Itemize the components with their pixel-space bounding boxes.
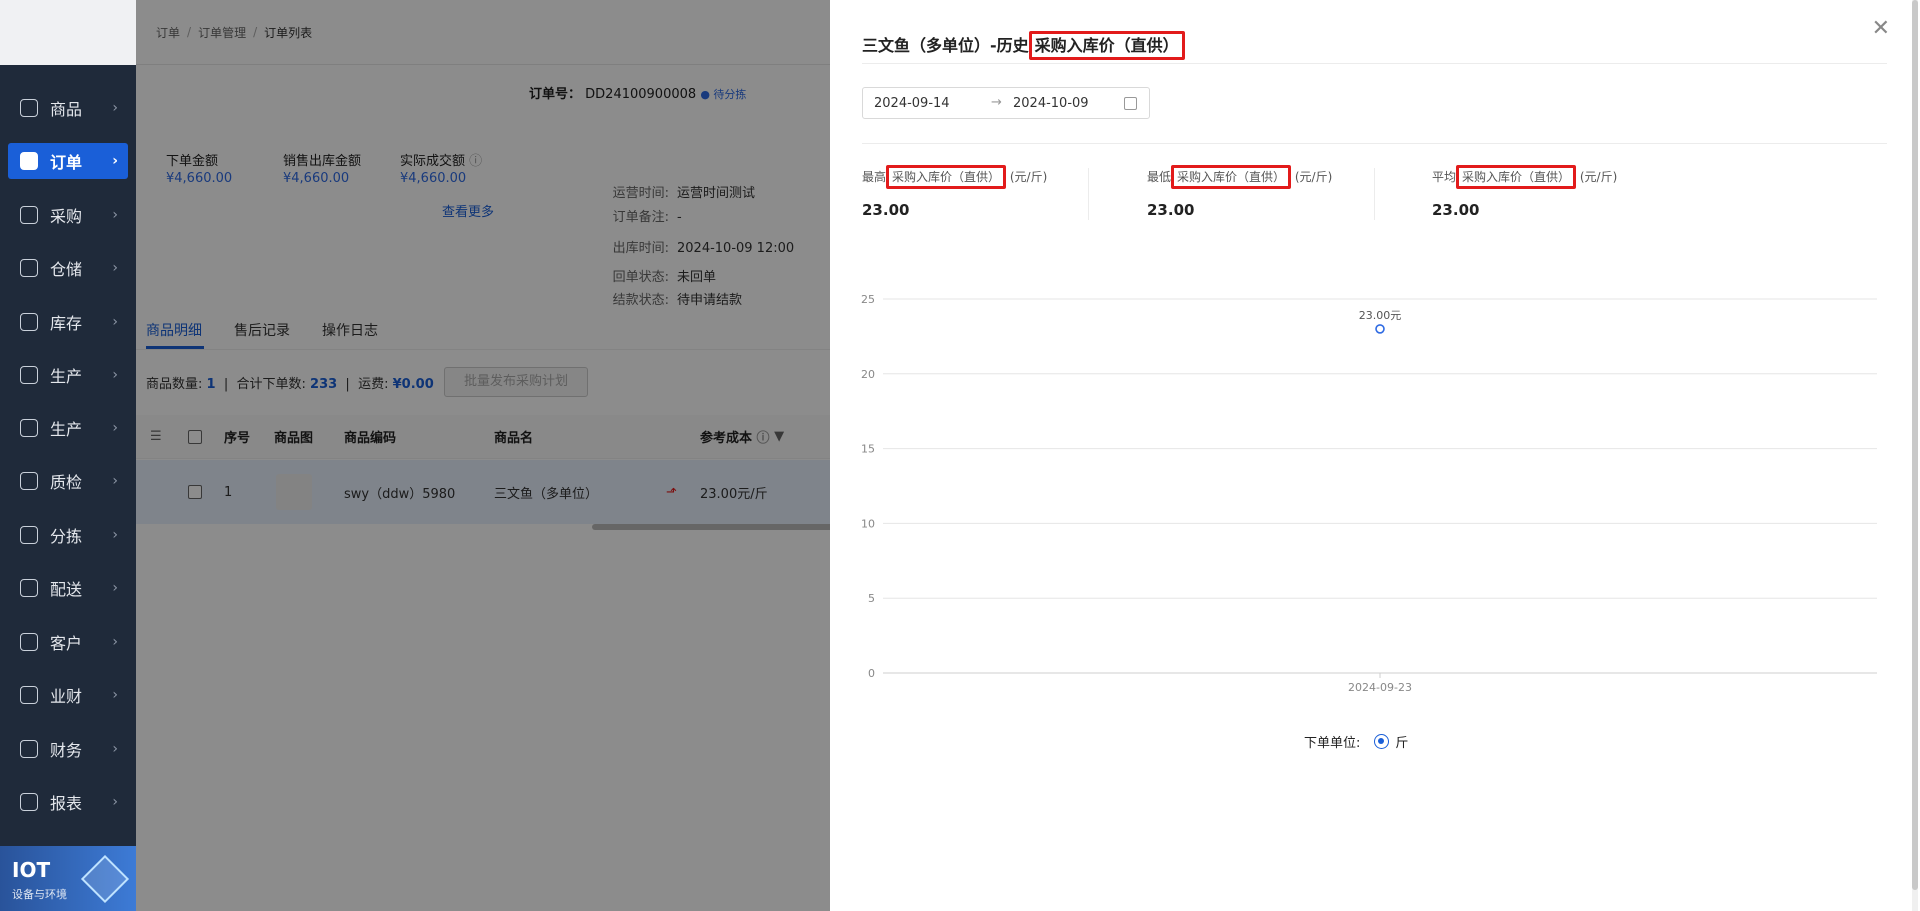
iot-title: IOT <box>12 858 51 882</box>
divider <box>1374 168 1375 220</box>
y-tick-label: 5 <box>868 592 875 605</box>
stat-min-value: 23.00 <box>1147 201 1195 219</box>
date-end[interactable]: 2024-10-09 <box>1013 96 1089 111</box>
sidebar-item-label: 质检 <box>50 473 83 492</box>
chevron-right-icon: › <box>112 634 118 650</box>
sidebar-item-label: 生产 <box>50 367 83 386</box>
unit-option[interactable]: 斤 <box>1395 732 1408 751</box>
factory-icon <box>20 419 38 437</box>
divider <box>862 63 1887 64</box>
sidebar-item-0[interactable]: 商品 › <box>0 90 136 126</box>
price-chart: 0 5 10 15 20 25 2024-09-23 23.00元 <box>861 293 1877 694</box>
factory-icon <box>20 366 38 384</box>
chevron-right-icon: › <box>112 367 118 383</box>
sidebar-item-5[interactable]: 生产 › <box>0 357 136 393</box>
chevron-right-icon: › <box>112 314 118 330</box>
price-history-drawer: 三文鱼（多单位）-历史 采购入库价（直供） ✕ 2024-09-14 → 2024… <box>830 0 1920 911</box>
sidebar-item-label: 业财 <box>50 687 83 706</box>
finance-icon <box>20 740 38 758</box>
chevron-right-icon: › <box>112 741 118 757</box>
sort-icon <box>20 526 38 544</box>
sidebar-item-label: 分拣 <box>50 527 83 546</box>
divider <box>1088 168 1089 220</box>
sidebar-item-1[interactable]: 订单 › <box>8 143 128 179</box>
bag-icon <box>20 206 38 224</box>
user-icon <box>20 633 38 651</box>
date-start[interactable]: 2024-09-14 <box>874 96 950 111</box>
iot-cube-icon <box>80 854 130 904</box>
chevron-right-icon: › <box>112 794 118 810</box>
stat-avg-price: 平均 采购入库价（直供） (元/斤) 23.00 <box>1432 165 1617 219</box>
iot-banner[interactable]: IOT 设备与环境 <box>0 846 136 911</box>
divider <box>862 143 1887 144</box>
unit-radio[interactable] <box>1374 734 1390 749</box>
truck-icon <box>20 579 38 597</box>
y-tick-label: 15 <box>861 443 875 456</box>
clipboard-icon <box>20 152 38 170</box>
chevron-right-icon: › <box>112 100 118 116</box>
calendar-icon[interactable] <box>1124 97 1137 110</box>
unit-selector: 下单单位: 斤 <box>1304 732 1408 751</box>
chevron-right-icon: › <box>112 527 118 543</box>
title-highlight: 采购入库价（直供） <box>1028 31 1185 60</box>
chevron-right-icon: › <box>112 153 118 169</box>
sidebar-item-label: 配送 <box>50 580 83 599</box>
sidebar-item-11[interactable]: 业财 › <box>0 677 136 713</box>
shield-icon <box>20 472 38 490</box>
home-icon <box>20 313 38 331</box>
y-tick-label: 10 <box>861 517 875 530</box>
sidebar-item-2[interactable]: 采购 › <box>0 197 136 233</box>
sidebar-item-label: 财务 <box>50 741 83 760</box>
drawer-title: 三文鱼（多单位）-历史 采购入库价（直供） <box>862 31 1185 60</box>
sidebar-item-3[interactable]: 仓储 › <box>0 250 136 286</box>
sidebar-item-label: 客户 <box>50 634 83 653</box>
chevron-right-icon: › <box>112 260 118 276</box>
sidebar-item-label: 库存 <box>50 314 83 333</box>
sidebar-item-label: 订单 <box>50 153 83 172</box>
chevron-right-icon: › <box>112 420 118 436</box>
sidebar-item-9[interactable]: 配送 › <box>0 570 136 606</box>
report-icon <box>20 793 38 811</box>
stat-avg-value: 23.00 <box>1432 201 1480 219</box>
grid-icon <box>20 99 38 117</box>
arrow-right-icon: → <box>991 95 1002 110</box>
sidebar-item-12[interactable]: 财务 › <box>0 731 136 767</box>
sidebar-item-label: 生产 <box>50 420 83 439</box>
stat-min-price: 最低 采购入库价（直供） (元/斤) 23.00 <box>1147 165 1332 219</box>
stat-max-value: 23.00 <box>862 201 910 219</box>
sidebar-item-4[interactable]: 库存 › <box>0 304 136 340</box>
sidebar-item-6[interactable]: 生产 › <box>0 410 136 446</box>
chevron-right-icon: › <box>112 473 118 489</box>
sidebar-item-label: 商品 <box>50 100 83 119</box>
sidebar-item-label: 仓储 <box>50 260 83 279</box>
warehouse-icon <box>20 259 38 277</box>
data-label: 23.00元 <box>1359 309 1402 322</box>
close-icon[interactable]: ✕ <box>1872 16 1890 41</box>
x-tick-label: 2024-09-23 <box>1348 681 1412 694</box>
chart-icon <box>20 686 38 704</box>
sidebar-item-13[interactable]: 报表 › <box>0 784 136 820</box>
sidebar-item-7[interactable]: 质检 › <box>0 463 136 499</box>
logo-area <box>0 0 136 65</box>
sidebar-item-8[interactable]: 分拣 › <box>0 517 136 553</box>
chevron-right-icon: › <box>112 207 118 223</box>
sidebar-item-label: 采购 <box>50 207 83 226</box>
unit-label: 下单单位: <box>1304 736 1361 751</box>
data-point <box>1375 324 1385 334</box>
stat-max-price: 最高 采购入库价（直供） (元/斤) 23.00 <box>862 165 1047 219</box>
y-tick-label: 25 <box>861 293 875 306</box>
date-range-picker[interactable]: 2024-09-14 → 2024-10-09 <box>862 87 1150 119</box>
vertical-scrollbar[interactable] <box>1912 0 1918 911</box>
y-tick-label: 0 <box>868 667 875 680</box>
sidebar-item-label: 报表 <box>50 794 83 813</box>
sidebar-item-10[interactable]: 客户 › <box>0 624 136 660</box>
y-tick-label: 20 <box>861 368 875 381</box>
chevron-right-icon: › <box>112 687 118 703</box>
chevron-right-icon: › <box>112 580 118 596</box>
sidebar: 商品 › 订单 › 采购 › 仓储 › 库存 › 生产 › 生产 › 质检 › 分拣 › 配送 › 客户 › 业财 › 财务 › 报… <box>0 0 136 911</box>
iot-subtitle: 设备与环境 <box>12 888 67 901</box>
